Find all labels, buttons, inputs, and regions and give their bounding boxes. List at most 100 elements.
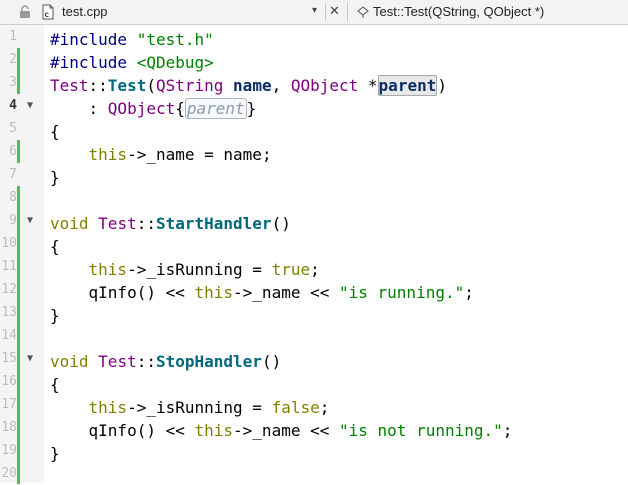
function-call: qInfo [50,421,137,440]
operator: -> [127,260,147,279]
code-line[interactable]: #include <QDebug> [50,51,214,74]
type-name: QObject [107,99,176,118]
code-editor[interactable]: #include "test.h" #include <QDebug> Test… [50,25,628,483]
member-variable: _name [252,421,301,440]
code-line[interactable]: void Test::StartHandler() [50,212,291,235]
inlay-hint: parent [184,98,247,119]
class-name: Test [50,76,89,95]
code-line[interactable]: this->_isRunning = false; [50,396,330,419]
string-literal: "is running." [339,283,465,302]
keyword: this [50,398,128,417]
keyword: this [194,421,234,440]
punctuation: ( [146,76,156,95]
type-name: QObject [290,76,359,95]
line-number: 1 [9,29,17,44]
member-variable: _name [252,283,301,302]
brace: { [50,375,60,394]
code-line[interactable]: } [50,442,60,465]
keyword: false [271,398,320,417]
code-line[interactable]: { [50,120,60,143]
operator: = [194,145,224,164]
keyword: this [50,260,128,279]
code-line[interactable]: : QObject{parent} [50,97,256,120]
line-number: 13 [1,305,17,320]
function-name: StopHandler [155,352,262,371]
keyword: true [271,260,311,279]
punctuation: } [246,99,257,118]
punctuation: ; [310,260,320,279]
keyword: void [50,352,99,371]
include-path: "test.h" [136,30,214,49]
operator: << [300,421,339,440]
operator: -> [233,421,253,440]
chevron-down-icon[interactable]: ▾ [312,5,317,16]
punctuation: ; [502,421,513,440]
fold-arrow-icon[interactable]: ▼ [27,94,33,117]
tab-filename[interactable]: test.cpp [62,4,108,19]
identifier: name [223,145,262,164]
code-line[interactable]: } [50,166,60,189]
change-marker [17,186,20,484]
line-number: 17 [1,397,17,412]
operator: -> [127,398,147,417]
class-name: Test [98,214,137,233]
symbol-breadcrumb[interactable]: Test::Test(QString, QObject *) [373,4,544,19]
line-number-gutter[interactable]: 1 2 3 4 5 6 7 8 9 10 11 12 13 14 15 16 1… [0,25,44,484]
close-icon[interactable]: ✕ [329,3,340,19]
line-number: 8 [9,190,17,205]
line-number: 6 [9,144,17,159]
fold-arrow-icon[interactable]: ▼ [27,209,33,232]
separator [325,3,326,21]
keyword: this [194,283,234,302]
operator: -> [233,283,253,302]
code-line[interactable]: this->_isRunning = true; [50,258,320,281]
operator: = [242,260,272,279]
code-line[interactable]: this->_name = name; [50,143,272,166]
line-number: 12 [1,282,17,297]
line-number: 11 [1,259,17,274]
punctuation: () [261,352,282,371]
punctuation: ; [261,145,272,164]
punctuation: ; [464,283,474,302]
line-number: 18 [1,420,17,435]
change-marker [17,48,20,71]
code-line[interactable]: } [50,304,60,327]
line-number: 9 [9,213,17,228]
parameter-name: name [233,76,272,95]
keyword: void [50,214,99,233]
editor-tab-bar: C test.cpp ▾ ✕ Test::Test(QString, QObje… [0,0,628,25]
punctuation: () [271,214,291,233]
separator [347,3,348,21]
line-number: 2 [9,52,17,67]
code-line[interactable]: { [50,235,60,258]
punctuation: ; [319,398,330,417]
pointer-operator: * [358,76,378,95]
function-name: Test [107,76,147,95]
line-number: 15 [1,351,17,366]
line-number: 19 [1,443,17,458]
code-line[interactable]: Test::Test(QString name, QObject *parent… [50,74,447,97]
class-name: Test [98,352,137,371]
string-literal: "is not running." [339,421,503,440]
brace: } [50,168,60,187]
brace: { [50,237,60,256]
function-name: StartHandler [155,214,272,233]
line-number: 5 [9,121,17,136]
lock-icon[interactable] [17,4,33,20]
code-line[interactable]: qInfo() << this->_name << "is running."; [50,281,474,304]
punctuation: { [175,99,185,118]
line-number: 20 [1,466,17,481]
code-line[interactable]: qInfo() << this->_name << "is not runnin… [50,419,513,442]
line-number: 3 [9,75,17,90]
include-path: <QDebug> [136,53,214,72]
code-line[interactable]: #include "test.h" [50,28,214,51]
line-number: 14 [1,328,17,343]
code-line[interactable]: { [50,373,60,396]
member-variable: _isRunning [146,398,243,417]
keyword: this [50,145,128,164]
fold-arrow-icon[interactable]: ▼ [27,347,33,370]
code-line[interactable]: void Test::StopHandler() [50,350,281,373]
scope-operator: :: [136,214,156,233]
svg-text:C: C [45,12,50,19]
